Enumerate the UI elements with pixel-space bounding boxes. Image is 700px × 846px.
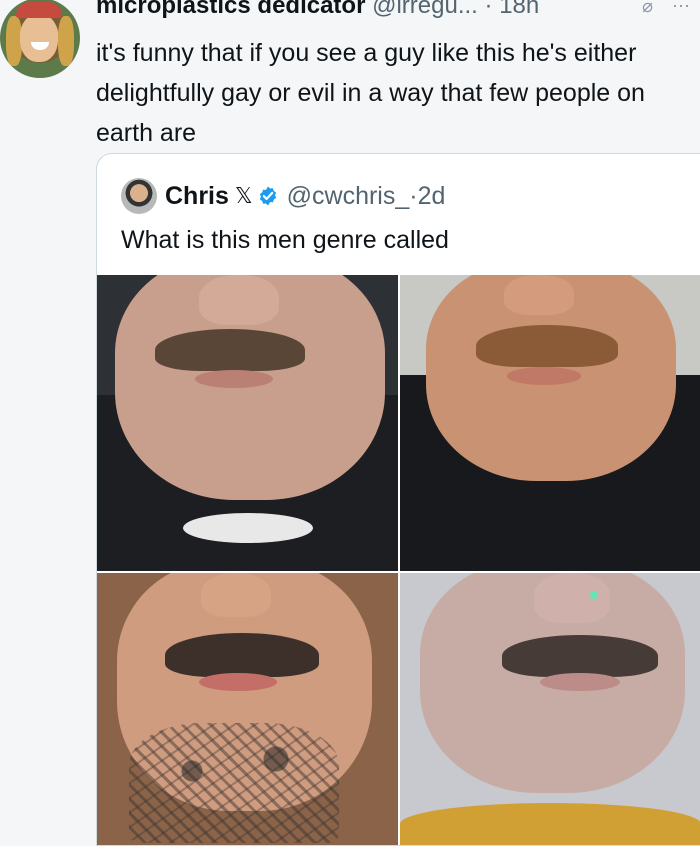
tweet-header: microplastics dedicator @irregu... · 18h [96, 0, 539, 20]
avatar-cap [16, 2, 62, 18]
quote-avatar[interactable] [121, 178, 157, 214]
photo-grid [97, 275, 700, 845]
quote-time[interactable]: 2d [418, 182, 446, 211]
time-separator: · [484, 0, 493, 19]
x-icon: 𝕏 [234, 183, 253, 208]
link-icon[interactable]: ⌀ [642, 0, 653, 16]
photo-1[interactable] [97, 275, 398, 571]
quote-time-separator: · [409, 181, 418, 210]
quote-text: What is this men genre called [121, 226, 449, 254]
author-handle[interactable]: @irregu... [372, 0, 478, 19]
avatar-face [20, 14, 58, 62]
tweet-text: it's funny that if you see a guy like th… [96, 39, 645, 147]
tweet-time[interactable]: 18h [499, 0, 539, 19]
author-avatar[interactable] [0, 0, 80, 78]
tweet-actions: ⌀ ⋯ [628, 0, 690, 17]
photo-4[interactable] [400, 573, 700, 845]
avatar-hair-right [58, 16, 74, 66]
tattoo-graphic [129, 723, 339, 843]
quote-author-name[interactable]: Chris [165, 182, 229, 211]
quoted-tweet-card[interactable]: Chris 𝕏 @cwchris_ · 2d What is this men … [96, 153, 700, 846]
more-icon[interactable]: ⋯ [672, 0, 690, 16]
verified-icon [259, 186, 276, 206]
quote-header: Chris 𝕏 @cwchris_ · 2d [121, 176, 445, 216]
photo-2[interactable] [400, 275, 700, 571]
quote-handle[interactable]: @cwchris_ [287, 182, 410, 211]
author-name[interactable]: microplastics dedicator [96, 0, 365, 19]
photo-3[interactable] [97, 573, 398, 845]
